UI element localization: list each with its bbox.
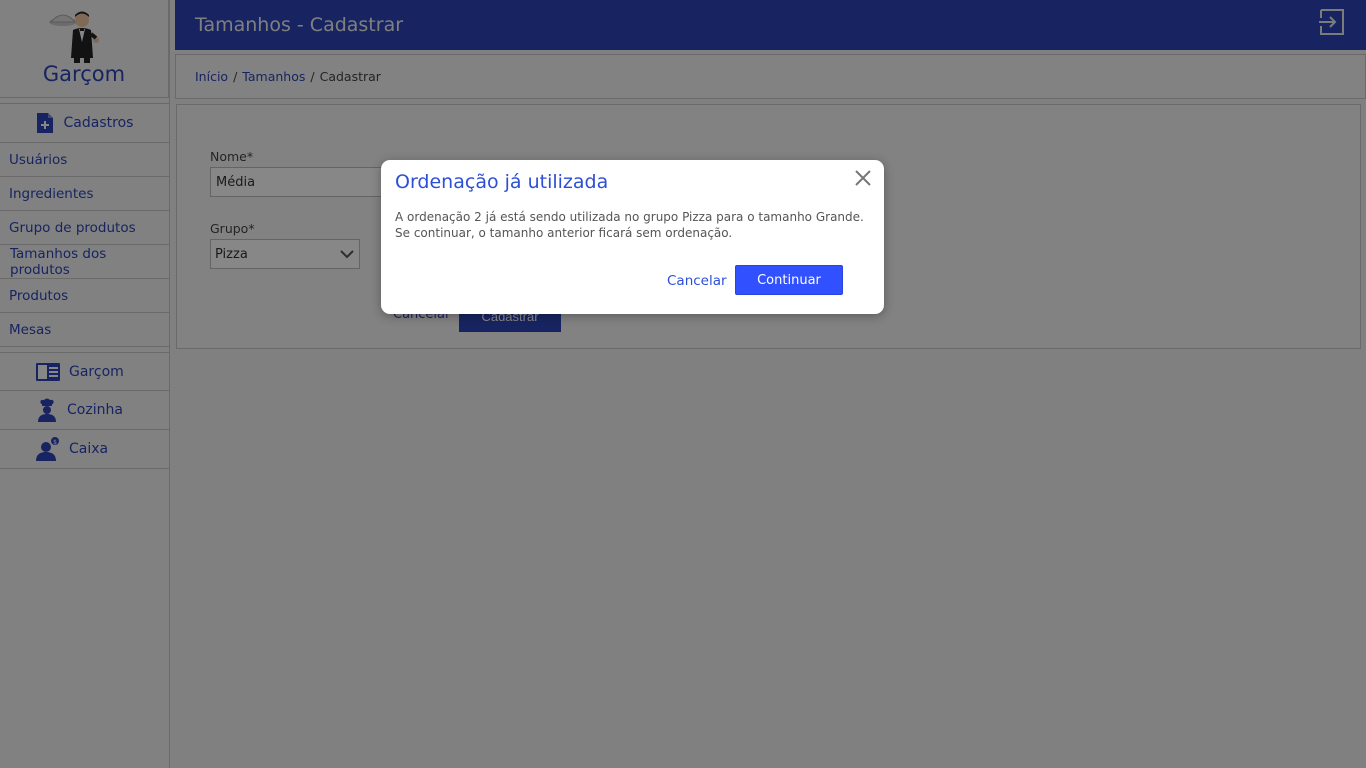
dialog-message: A ordenação 2 já está sendo utilizada no… <box>395 209 865 241</box>
dialog-message-line-2: Se continuar, o tamanho anterior ficará … <box>395 226 733 240</box>
confirm-dialog: Ordenação já utilizada A ordenação 2 já … <box>381 160 884 314</box>
close-icon[interactable] <box>854 169 872 187</box>
dialog-title: Ordenação já utilizada <box>395 171 609 193</box>
dialog-message-line-1: A ordenação 2 já está sendo utilizada no… <box>395 210 864 224</box>
dialog-continue-button[interactable]: Continuar <box>735 265 843 295</box>
modal-backdrop[interactable] <box>0 0 1366 768</box>
dialog-cancel-button[interactable]: Cancelar <box>667 273 727 289</box>
